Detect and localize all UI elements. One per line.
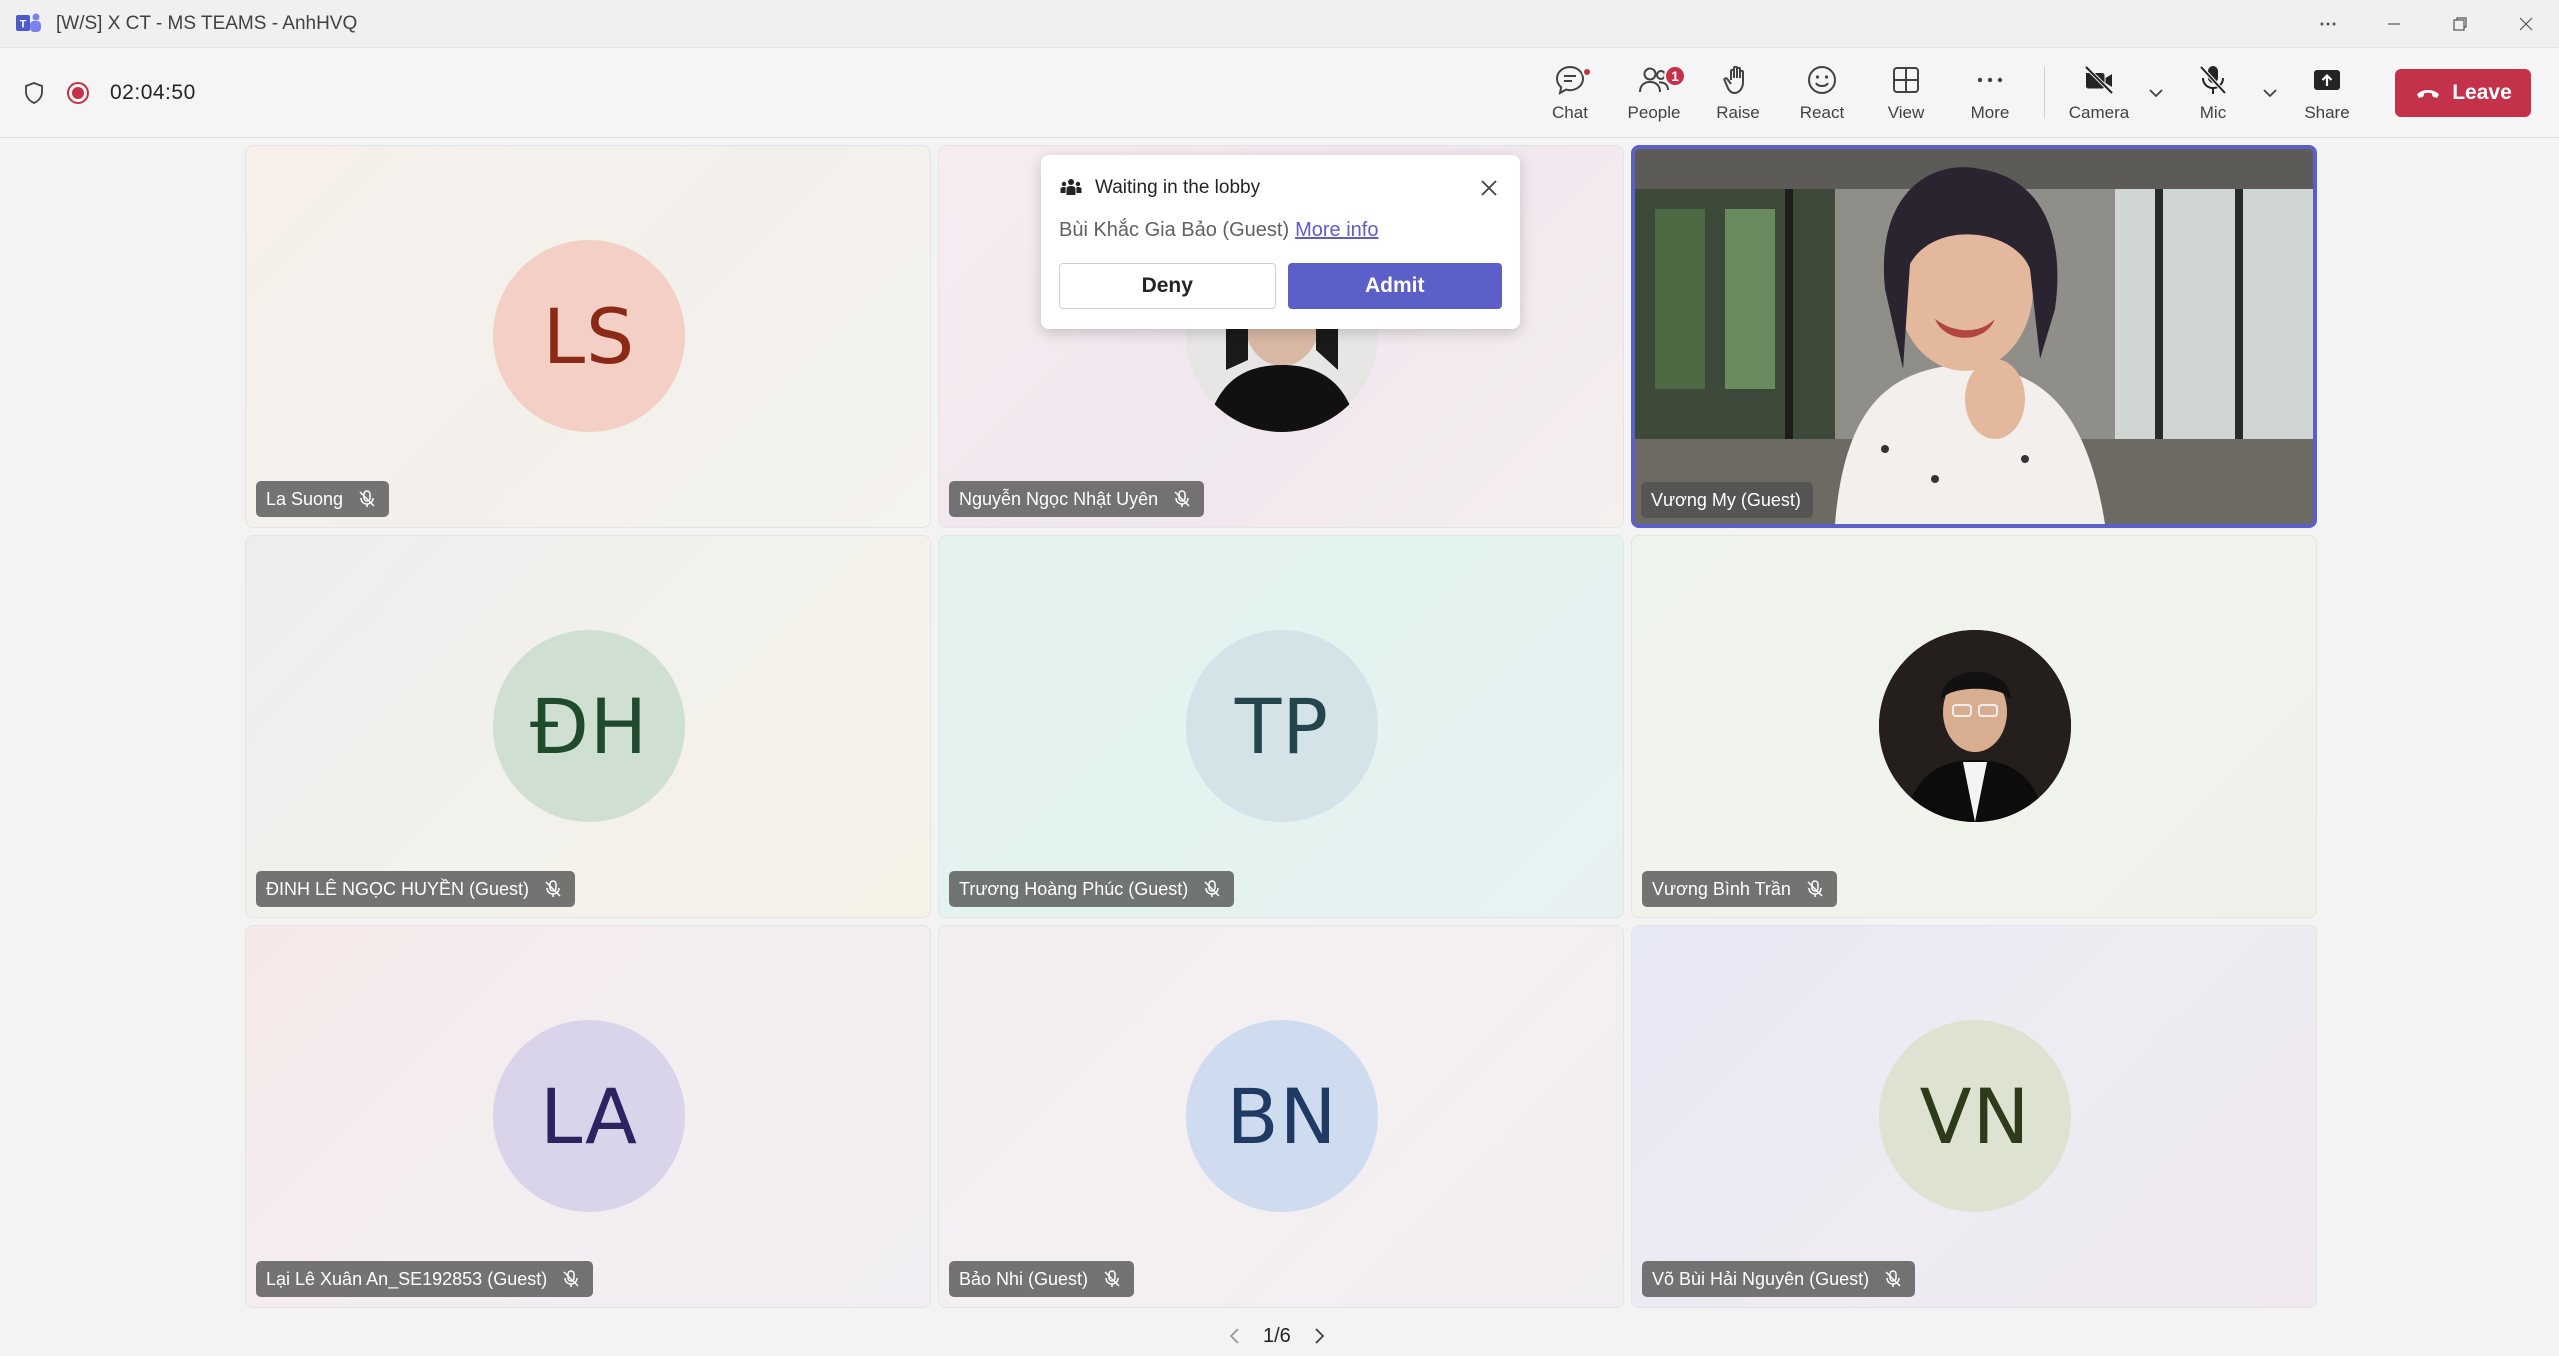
lobby-person-name: Bùi Khắc Gia Bảo (Guest) [1059, 219, 1290, 241]
toolbar-separator [2044, 67, 2045, 119]
teams-logo-icon: T [16, 13, 41, 32]
camera-off-icon [2084, 65, 2114, 95]
mic-muted-icon [563, 1270, 579, 1287]
page-indicator: 1/6 [1263, 1324, 1291, 1347]
people-button[interactable]: 1 People [1612, 55, 1696, 131]
smiley-icon [1808, 66, 1836, 94]
participant-avatar: VN [1879, 1020, 2071, 1212]
lobby-actions: Deny Admit [1059, 263, 1502, 309]
participant-tile-active-speaker[interactable]: Vương My (Guest) [1631, 145, 2317, 528]
close-icon[interactable] [1476, 175, 1502, 201]
shield-icon[interactable] [22, 81, 46, 105]
restore-button[interactable] [2427, 0, 2493, 48]
meeting-toolbar: 02:04:50 Chat 1 People Raise React View … [0, 48, 2559, 138]
share-icon [2314, 70, 2340, 90]
participant-name-tag: Nguyễn Ngọc Nhật Uyên [949, 481, 1205, 517]
camera-options-chevron[interactable] [2141, 55, 2171, 131]
meeting-timer: 02:04:50 [110, 81, 196, 104]
toolbar-actions: Chat 1 People Raise React View More Came… [1528, 48, 2531, 138]
chat-button[interactable]: Chat [1528, 55, 1612, 131]
window-menu-button[interactable] [2295, 0, 2361, 48]
people-group-icon [1060, 179, 1082, 195]
svg-text:T: T [20, 18, 27, 30]
share-button[interactable]: Share [2285, 55, 2369, 131]
mic-muted-icon [1204, 880, 1220, 897]
lobby-notification: Waiting in the lobby Bùi Khắc Gia Bảo (G… [1041, 155, 1520, 329]
ellipsis-icon [2320, 22, 2336, 26]
mic-options-chevron[interactable] [2255, 55, 2285, 131]
mic-muted-icon [1807, 880, 1823, 897]
raise-hand-button[interactable]: Raise [1696, 55, 1780, 131]
close-window-button[interactable] [2493, 0, 2559, 48]
more-info-link[interactable]: More info [1295, 219, 1378, 241]
react-button[interactable]: React [1780, 55, 1864, 131]
chevron-left-icon[interactable] [1225, 1326, 1245, 1346]
more-icon [1977, 77, 2003, 83]
participant-avatar: BN [1186, 1020, 1378, 1212]
grid-view-icon [1893, 67, 1919, 93]
participant-photo [1879, 630, 2071, 822]
window-title: [W/S] X CT - MS TEAMS - AnhHVQ [56, 12, 358, 34]
lobby-title: Waiting in the lobby [1095, 177, 1261, 198]
close-icon [2519, 17, 2533, 31]
mic-muted-icon [545, 880, 561, 897]
participant-tile[interactable]: VN Võ Bùi Hải Nguyên (Guest) [1631, 925, 2317, 1308]
participant-tile[interactable]: LA Lại Lê Xuân An_SE192853 (Guest) [245, 925, 931, 1308]
lobby-message: Bùi Khắc Gia Bảo (Guest) More info [1059, 219, 1502, 242]
participant-avatar: ĐH [493, 630, 685, 822]
camera-button[interactable]: Camera [2057, 55, 2141, 131]
participant-tile[interactable]: BN Bảo Nhi (Guest) [938, 925, 1624, 1308]
participant-tile[interactable]: Vương Bình Trần [1631, 535, 2317, 918]
chat-unread-dot [1582, 67, 1592, 77]
participant-tile[interactable]: LS La Suong [245, 145, 931, 528]
recording-icon [67, 82, 89, 104]
participant-name-tag: Vương Bình Trần [1642, 871, 1837, 907]
more-button[interactable]: More [1948, 55, 2032, 131]
restore-icon [2453, 17, 2467, 31]
mic-muted-icon [359, 490, 375, 507]
mic-button[interactable]: Mic [2171, 55, 2255, 131]
participant-name-tag: Võ Bùi Hải Nguyên (Guest) [1642, 1261, 1916, 1297]
participant-avatar: TP [1186, 630, 1378, 822]
minimize-icon [2388, 23, 2400, 25]
lobby-header: Waiting in the lobby [1059, 173, 1502, 203]
gallery-pagination: 1/6 [1225, 1318, 1329, 1354]
participant-video-feed [1635, 149, 2313, 524]
mic-muted-icon [1174, 490, 1190, 507]
participant-name-tag: Trương Hoàng Phúc (Guest) [949, 871, 1235, 907]
chevron-down-icon [2263, 89, 2277, 98]
participant-name-tag: La Suong [256, 481, 390, 517]
mic-muted-icon [1885, 1270, 1901, 1287]
window-controls [2295, 0, 2559, 48]
deny-button[interactable]: Deny [1059, 263, 1276, 309]
mic-off-icon [2199, 65, 2227, 95]
people-badge: 1 [1664, 65, 1686, 87]
chevron-right-icon[interactable] [1309, 1326, 1329, 1346]
leave-button[interactable]: Leave [2395, 69, 2531, 117]
participant-tile[interactable]: ĐH ĐINH LÊ NGỌC HUYỀN (Guest) [245, 535, 931, 918]
profile-photo-image [1879, 630, 2071, 822]
mic-muted-icon [1104, 1270, 1120, 1287]
meeting-status: 02:04:50 [22, 48, 196, 138]
chevron-down-icon [2149, 89, 2163, 98]
participant-tile[interactable]: TP Trương Hoàng Phúc (Guest) [938, 535, 1624, 918]
participant-name-tag: ĐINH LÊ NGỌC HUYỀN (Guest) [256, 871, 576, 907]
participant-name-tag: Bảo Nhi (Guest) [949, 1261, 1135, 1297]
participant-name-tag: Vương My (Guest) [1641, 482, 1813, 518]
participant-avatar: LA [493, 1020, 685, 1212]
admit-button[interactable]: Admit [1287, 263, 1502, 309]
participant-name-tag: Lại Lê Xuân An_SE192853 (Guest) [256, 1261, 594, 1297]
minimize-button[interactable] [2361, 0, 2427, 48]
participant-avatar: LS [493, 240, 685, 432]
view-button[interactable]: View [1864, 55, 1948, 131]
raise-hand-icon [1723, 65, 1744, 94]
chat-icon [1555, 65, 1585, 95]
title-bar: T [W/S] X CT - MS TEAMS - AnhHVQ [0, 0, 2559, 48]
hang-up-icon [2417, 90, 2440, 98]
